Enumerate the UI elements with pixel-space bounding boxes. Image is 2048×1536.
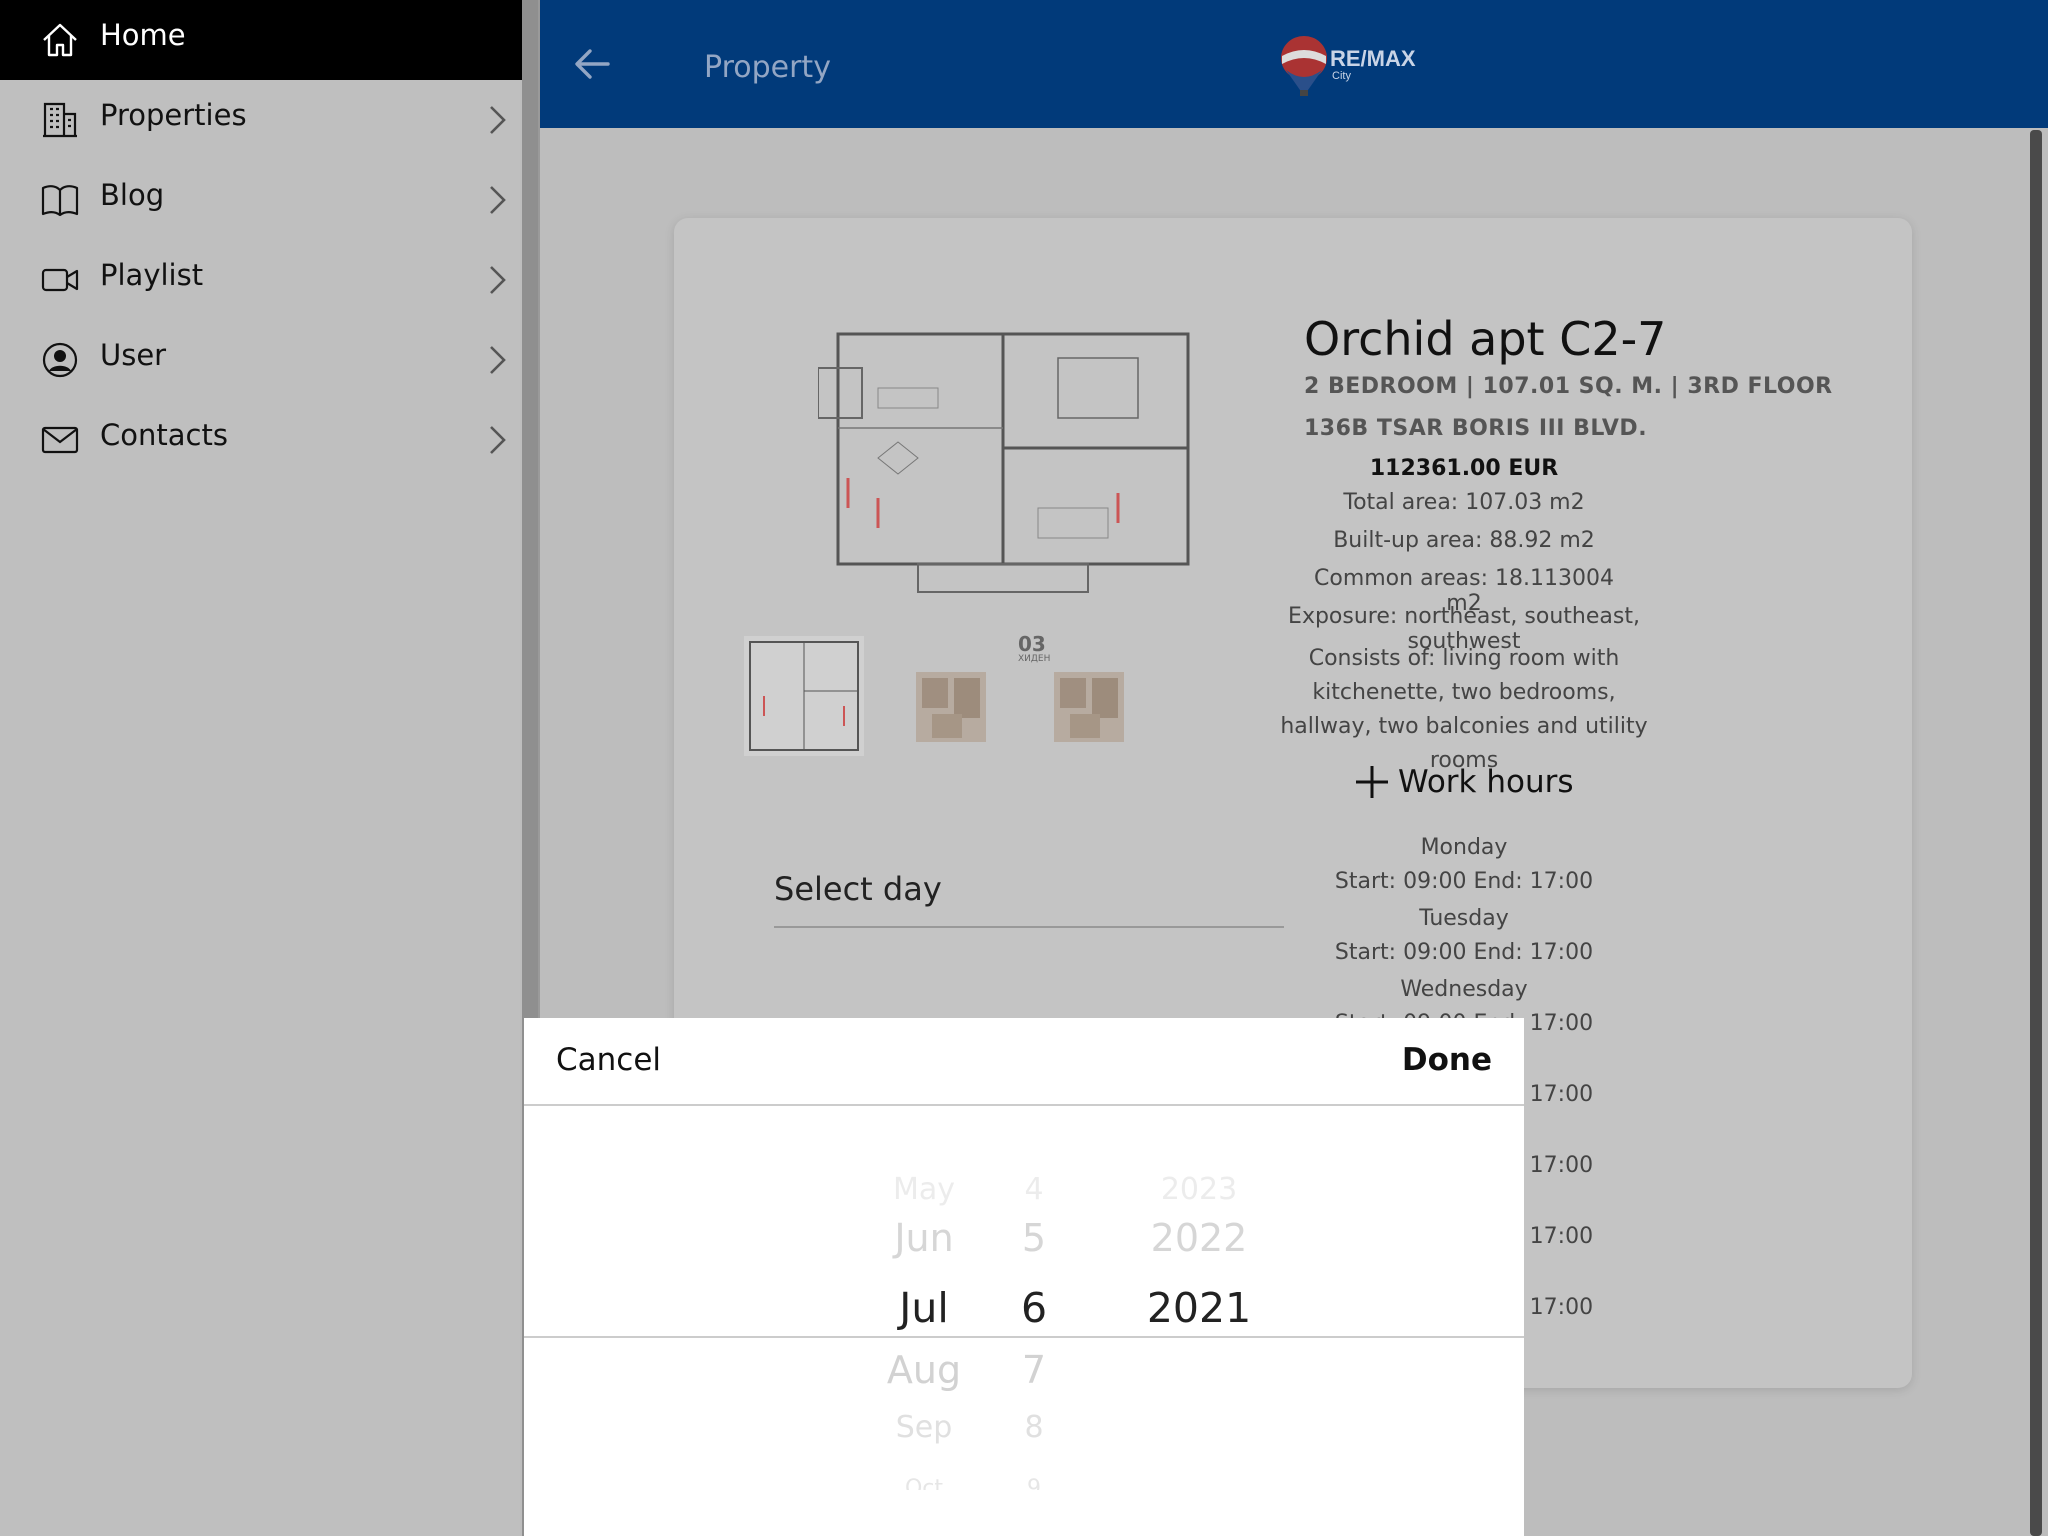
apartment-3d-thumbnail[interactable] xyxy=(1050,652,1130,748)
hours-time: Start: 09:00 End: 17:00 xyxy=(1334,940,1594,965)
picker-toolbar: Cancel Done xyxy=(524,1018,1524,1106)
cancel-button[interactable]: Cancel xyxy=(556,1042,661,1078)
property-address: 136B TSAR BORIS III BLVD. xyxy=(1304,416,1648,441)
total-area: Total area: 107.03 m2 xyxy=(1343,490,1585,515)
sidebar-item-label: Contacts xyxy=(100,418,228,452)
select-day-field[interactable]: Select day xyxy=(774,854,1284,928)
back-arrow-icon[interactable] xyxy=(572,44,612,84)
page-title: Property xyxy=(704,50,831,85)
building-icon xyxy=(43,102,77,138)
logo-subtext: City xyxy=(1332,70,1351,82)
sidebar-item-home[interactable]: Home xyxy=(0,0,538,80)
property-specs: 2 BEDROOM | 107.01 SQ. M. | 3RD FLOOR xyxy=(1304,374,1833,399)
property-title: Orchid apt C2-7 xyxy=(1304,312,1667,366)
book-icon xyxy=(41,185,79,217)
wheel-item[interactable]: 9 xyxy=(984,1476,1084,1490)
sidebar: Home Properties Blog Playlist User Conta… xyxy=(0,0,538,1536)
sidebar-item-user[interactable]: User xyxy=(0,320,538,400)
chevron-right-icon xyxy=(490,266,506,294)
apartment-3d-thumbnail[interactable] xyxy=(912,652,992,748)
logo-text: RE/MAX xyxy=(1330,46,1416,71)
sidebar-item-label: Playlist xyxy=(100,258,204,292)
sidebar-item-label: Blog xyxy=(100,178,165,212)
mail-icon xyxy=(41,426,79,454)
sidebar-item-blog[interactable]: Blog xyxy=(0,160,538,240)
property-price: 112361.00 EUR xyxy=(1369,456,1559,481)
wheel-item-selected[interactable]: 6 xyxy=(984,1284,1084,1332)
thumbnail-sublabel: ХИДЕН xyxy=(1018,654,1051,664)
floor-plan-image[interactable] xyxy=(818,328,1190,598)
wheel-item[interactable]: 2023 xyxy=(1084,1172,1314,1207)
wheel-item[interactable]: 5 xyxy=(984,1216,1084,1260)
thumbnail-label: 03 xyxy=(1018,632,1046,656)
chevron-right-icon xyxy=(490,106,506,134)
wheel-item[interactable]: 7 xyxy=(984,1348,1084,1392)
plus-icon xyxy=(1356,766,1388,798)
work-hours-toggle[interactable]: Work hours xyxy=(1354,764,1574,800)
date-picker-sheet: Cancel Done May Jun Jul Aug Sep Oct 4 5 … xyxy=(524,1018,1524,1536)
home-icon xyxy=(43,23,77,57)
hours-time: Start: 09:00 End: 17:00 xyxy=(1334,869,1594,894)
consists-of: Consists of: living room with kitchenett… xyxy=(1280,646,1648,773)
sidebar-item-properties[interactable]: Properties xyxy=(0,80,538,160)
year-wheel[interactable]: 2023 2022 2021 xyxy=(1084,1104,1314,1534)
video-icon xyxy=(41,268,79,292)
chevron-right-icon xyxy=(490,186,506,214)
sidebar-item-label: User xyxy=(100,338,167,372)
done-button[interactable]: Done xyxy=(1402,1042,1492,1078)
select-day-label: Select day xyxy=(774,870,942,908)
chevron-right-icon xyxy=(490,426,506,454)
sidebar-item-playlist[interactable]: Playlist xyxy=(0,240,538,320)
sidebar-item-label: Properties xyxy=(100,98,247,132)
wheel-item-selected[interactable]: 2021 xyxy=(1084,1284,1314,1332)
hours-day: Wednesday xyxy=(1400,977,1528,1002)
sidebar-item-label: Home xyxy=(100,18,186,52)
sidebar-item-contacts[interactable]: Contacts xyxy=(0,400,538,480)
balloon-logo-icon xyxy=(1281,36,1327,96)
work-hours-label: Work hours xyxy=(1398,764,1574,800)
floor-plan-thumbnail[interactable] xyxy=(744,636,864,756)
wheel-item[interactable]: 8 xyxy=(984,1410,1084,1445)
main-scrollbar[interactable] xyxy=(2030,130,2042,1536)
wheel-item[interactable]: 2022 xyxy=(1084,1216,1314,1260)
builtup-area: Built-up area: 88.92 m2 xyxy=(1333,528,1595,553)
wheel-item[interactable]: 4 xyxy=(984,1172,1084,1207)
user-icon xyxy=(42,342,78,378)
day-wheel[interactable]: 4 5 6 7 8 9 xyxy=(984,1104,1084,1534)
app-header: Property RE/MAX City xyxy=(540,0,2048,128)
chevron-right-icon xyxy=(490,346,506,374)
hours-day: Tuesday xyxy=(1419,906,1509,931)
remax-logo: RE/MAX City xyxy=(1278,34,1428,98)
hours-day: Monday xyxy=(1420,835,1508,860)
